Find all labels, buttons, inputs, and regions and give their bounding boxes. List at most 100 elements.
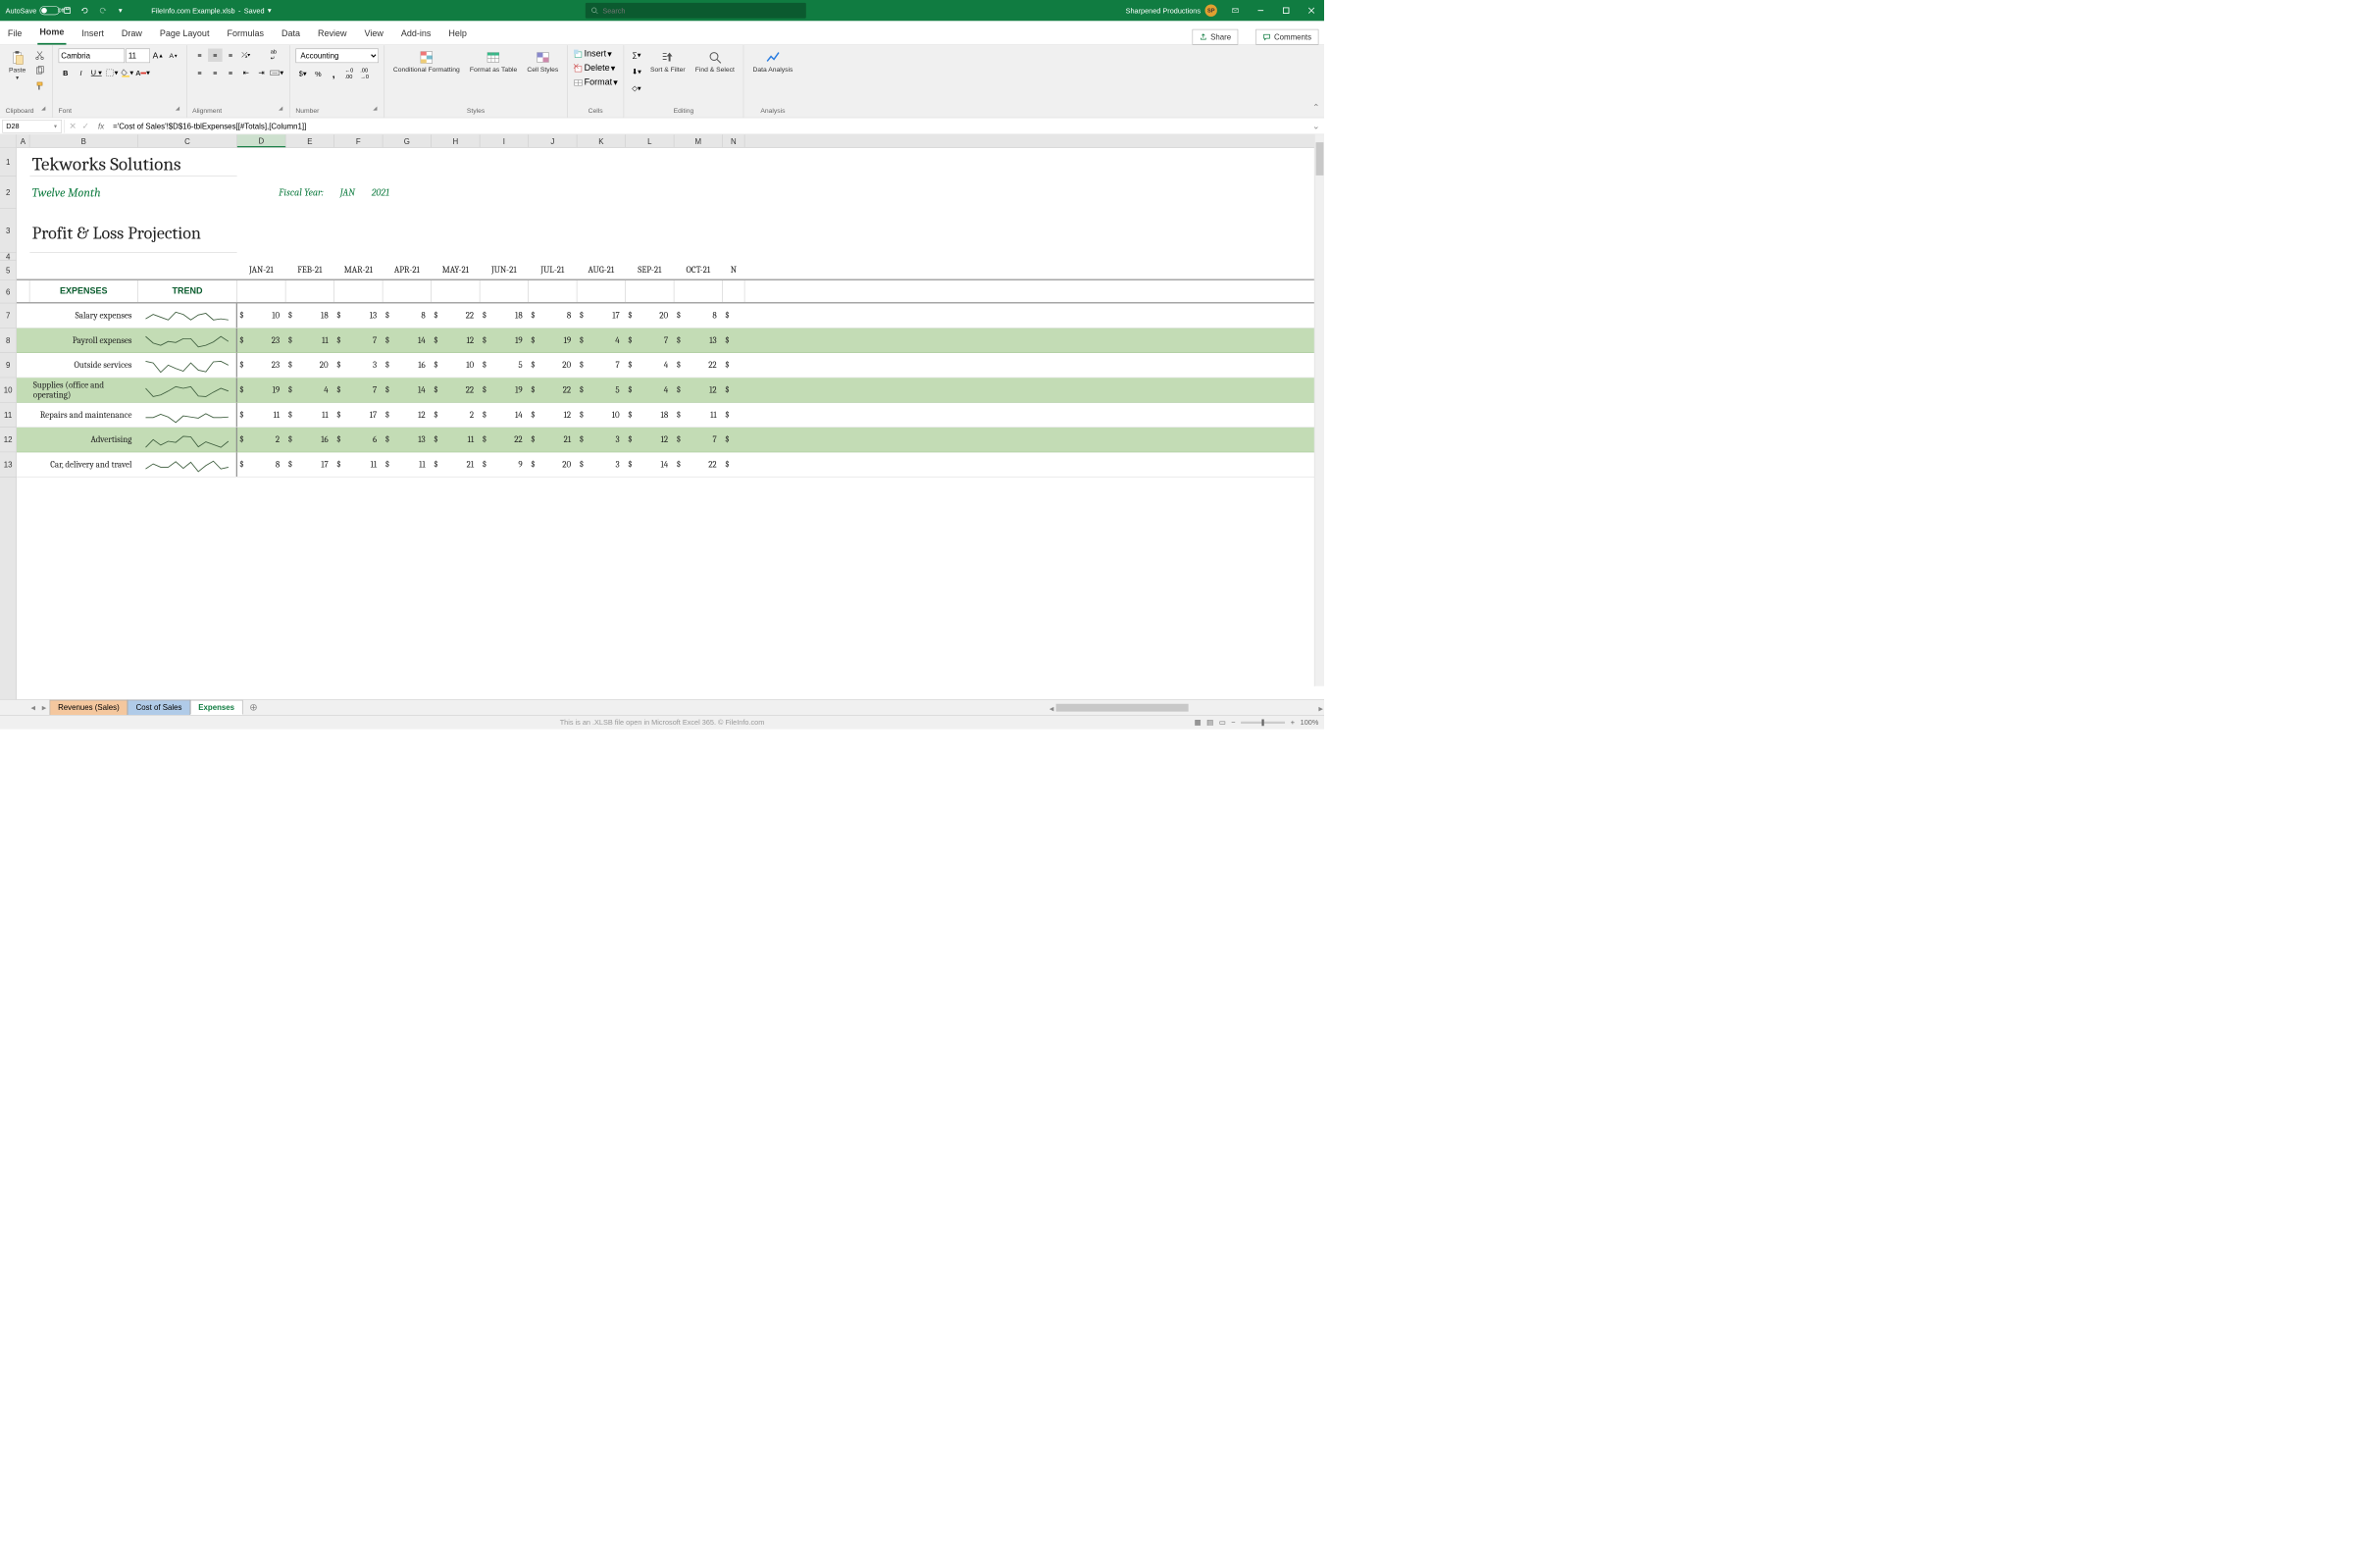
- tab-help[interactable]: Help: [446, 25, 469, 44]
- row-13[interactable]: 13: [0, 452, 16, 477]
- tab-add-ins[interactable]: Add-ins: [399, 25, 434, 44]
- minimize-icon[interactable]: [1248, 0, 1273, 21]
- align-launcher-icon[interactable]: ◢: [278, 104, 284, 114]
- fill-color-icon[interactable]: ▾: [120, 67, 134, 80]
- view-layout-icon[interactable]: ▤: [1206, 718, 1213, 727]
- col-G[interactable]: G: [383, 134, 432, 147]
- align-right-icon[interactable]: ≡: [224, 67, 238, 80]
- fill-icon[interactable]: ⬇▾: [630, 65, 644, 78]
- zoom-in-icon[interactable]: +: [1291, 718, 1295, 726]
- h-scroll-thumb[interactable]: [1056, 703, 1189, 711]
- number-launcher-icon[interactable]: ◢: [372, 104, 379, 114]
- inc-decimal-icon[interactable]: ←0.00: [342, 68, 357, 81]
- dec-decimal-icon[interactable]: .00→0: [357, 68, 372, 81]
- redo-icon[interactable]: [94, 0, 112, 21]
- col-D[interactable]: D: [237, 134, 286, 147]
- orientation-icon[interactable]: ⤯▾: [238, 49, 253, 63]
- col-J[interactable]: J: [529, 134, 578, 147]
- search-box[interactable]: [586, 3, 806, 19]
- tab-file[interactable]: File: [6, 25, 25, 44]
- sheet-tab-cost-of-sales[interactable]: Cost of Sales: [128, 700, 190, 715]
- next-sheet-icon[interactable]: ▸: [38, 702, 49, 713]
- row-9[interactable]: 9: [0, 353, 16, 378]
- copy-icon[interactable]: [32, 64, 47, 77]
- filename[interactable]: FileInfo.com Example.xlsb - Saved ▾: [151, 6, 271, 15]
- align-center-icon[interactable]: ≡: [208, 67, 223, 80]
- row-4[interactable]: 4: [0, 253, 16, 261]
- autosave-toggle[interactable]: AutoSave Off: [0, 6, 59, 15]
- comma-icon[interactable]: ,: [327, 68, 341, 81]
- tab-page-layout[interactable]: Page Layout: [158, 25, 212, 44]
- borders-icon[interactable]: ▾: [105, 67, 120, 80]
- inc-indent-icon[interactable]: ⇥: [254, 67, 269, 80]
- tab-home[interactable]: Home: [37, 24, 67, 45]
- row-5[interactable]: 5: [0, 261, 16, 280]
- clear-icon[interactable]: ◇▾: [630, 81, 644, 95]
- close-icon[interactable]: [1299, 0, 1324, 21]
- wrap-text-icon[interactable]: ab↵: [267, 49, 281, 63]
- col-C[interactable]: C: [138, 134, 237, 147]
- col-I[interactable]: I: [480, 134, 529, 147]
- insert-cells-button[interactable]: Insert ▾: [573, 49, 611, 60]
- col-N[interactable]: N: [723, 134, 745, 147]
- expand-formula-icon[interactable]: ⌄: [1307, 121, 1324, 131]
- tab-draw[interactable]: Draw: [120, 25, 145, 44]
- new-sheet-icon[interactable]: ⊕: [242, 702, 264, 714]
- row-3[interactable]: 3: [0, 209, 16, 253]
- collapse-ribbon-icon[interactable]: ⌃: [1307, 98, 1324, 118]
- dec-indent-icon[interactable]: ⇤: [238, 67, 253, 80]
- view-break-icon[interactable]: ▭: [1219, 718, 1226, 727]
- column-headers[interactable]: ABCDEFGHIJKLMN: [17, 134, 1324, 148]
- paste-button[interactable]: Paste▼: [6, 49, 29, 82]
- qat-dropdown-icon[interactable]: ▾: [112, 0, 129, 21]
- font-name-select[interactable]: [58, 49, 125, 64]
- share-button[interactable]: Share: [1193, 29, 1239, 45]
- col-F[interactable]: F: [334, 134, 384, 147]
- align-top-icon[interactable]: ≡: [192, 49, 207, 63]
- formula-input[interactable]: [109, 120, 1308, 133]
- row-7[interactable]: 7: [0, 303, 16, 328]
- col-M[interactable]: M: [674, 134, 723, 147]
- delete-cells-button[interactable]: Delete ▾: [573, 63, 615, 74]
- font-size-select[interactable]: [126, 49, 150, 64]
- merge-icon[interactable]: ▾: [270, 67, 284, 80]
- zoom-out-icon[interactable]: −: [1231, 718, 1235, 726]
- sheet-tab-expenses[interactable]: Expenses: [190, 700, 243, 715]
- currency-icon[interactable]: $▾: [295, 68, 310, 81]
- cut-icon[interactable]: [32, 49, 47, 63]
- sheet-grid[interactable]: 12345678910111213 Tekworks SolutionsTwel…: [0, 148, 1324, 700]
- prev-sheet-icon[interactable]: ◂: [27, 702, 38, 713]
- autosum-icon[interactable]: ∑▾: [630, 49, 644, 63]
- vertical-scrollbar[interactable]: [1314, 134, 1324, 686]
- conditional-formatting-button[interactable]: Conditional Formatting: [390, 49, 464, 76]
- row-11[interactable]: 11: [0, 403, 16, 428]
- cancel-formula-icon[interactable]: ✕: [69, 121, 77, 131]
- align-mid-icon[interactable]: ≡: [208, 49, 223, 63]
- increase-font-icon[interactable]: A▲: [151, 49, 166, 63]
- font-color-icon[interactable]: A▾: [135, 67, 150, 80]
- row-2[interactable]: 2: [0, 177, 16, 209]
- horizontal-scrollbar[interactable]: ◂▸: [1049, 702, 1324, 712]
- find-select-button[interactable]: Find & Select: [691, 49, 738, 76]
- zoom-controls[interactable]: ▦ ▤ ▭ − + 100%: [1195, 718, 1319, 727]
- align-bot-icon[interactable]: ≡: [224, 49, 238, 63]
- tab-review[interactable]: Review: [316, 25, 349, 44]
- format-cells-button[interactable]: Format ▾: [573, 77, 617, 88]
- row-6[interactable]: 6: [0, 280, 16, 304]
- maximize-icon[interactable]: [1273, 0, 1299, 21]
- view-normal-icon[interactable]: ▦: [1195, 718, 1202, 727]
- comments-button[interactable]: Comments: [1255, 29, 1318, 45]
- tab-formulas[interactable]: Formulas: [225, 25, 266, 44]
- col-A[interactable]: A: [17, 134, 30, 147]
- tab-view[interactable]: View: [362, 25, 385, 44]
- number-format-select[interactable]: Accounting: [295, 49, 378, 64]
- fx-icon[interactable]: fx: [94, 122, 109, 130]
- zoom-slider[interactable]: [1241, 721, 1285, 723]
- col-L[interactable]: L: [626, 134, 675, 147]
- format-painter-icon[interactable]: [32, 79, 47, 93]
- col-E[interactable]: E: [285, 134, 334, 147]
- cell-styles-button[interactable]: Cell Styles: [524, 49, 562, 76]
- name-box[interactable]: D28▼: [2, 120, 62, 133]
- align-left-icon[interactable]: ≡: [192, 67, 207, 80]
- bold-button[interactable]: B: [58, 67, 73, 80]
